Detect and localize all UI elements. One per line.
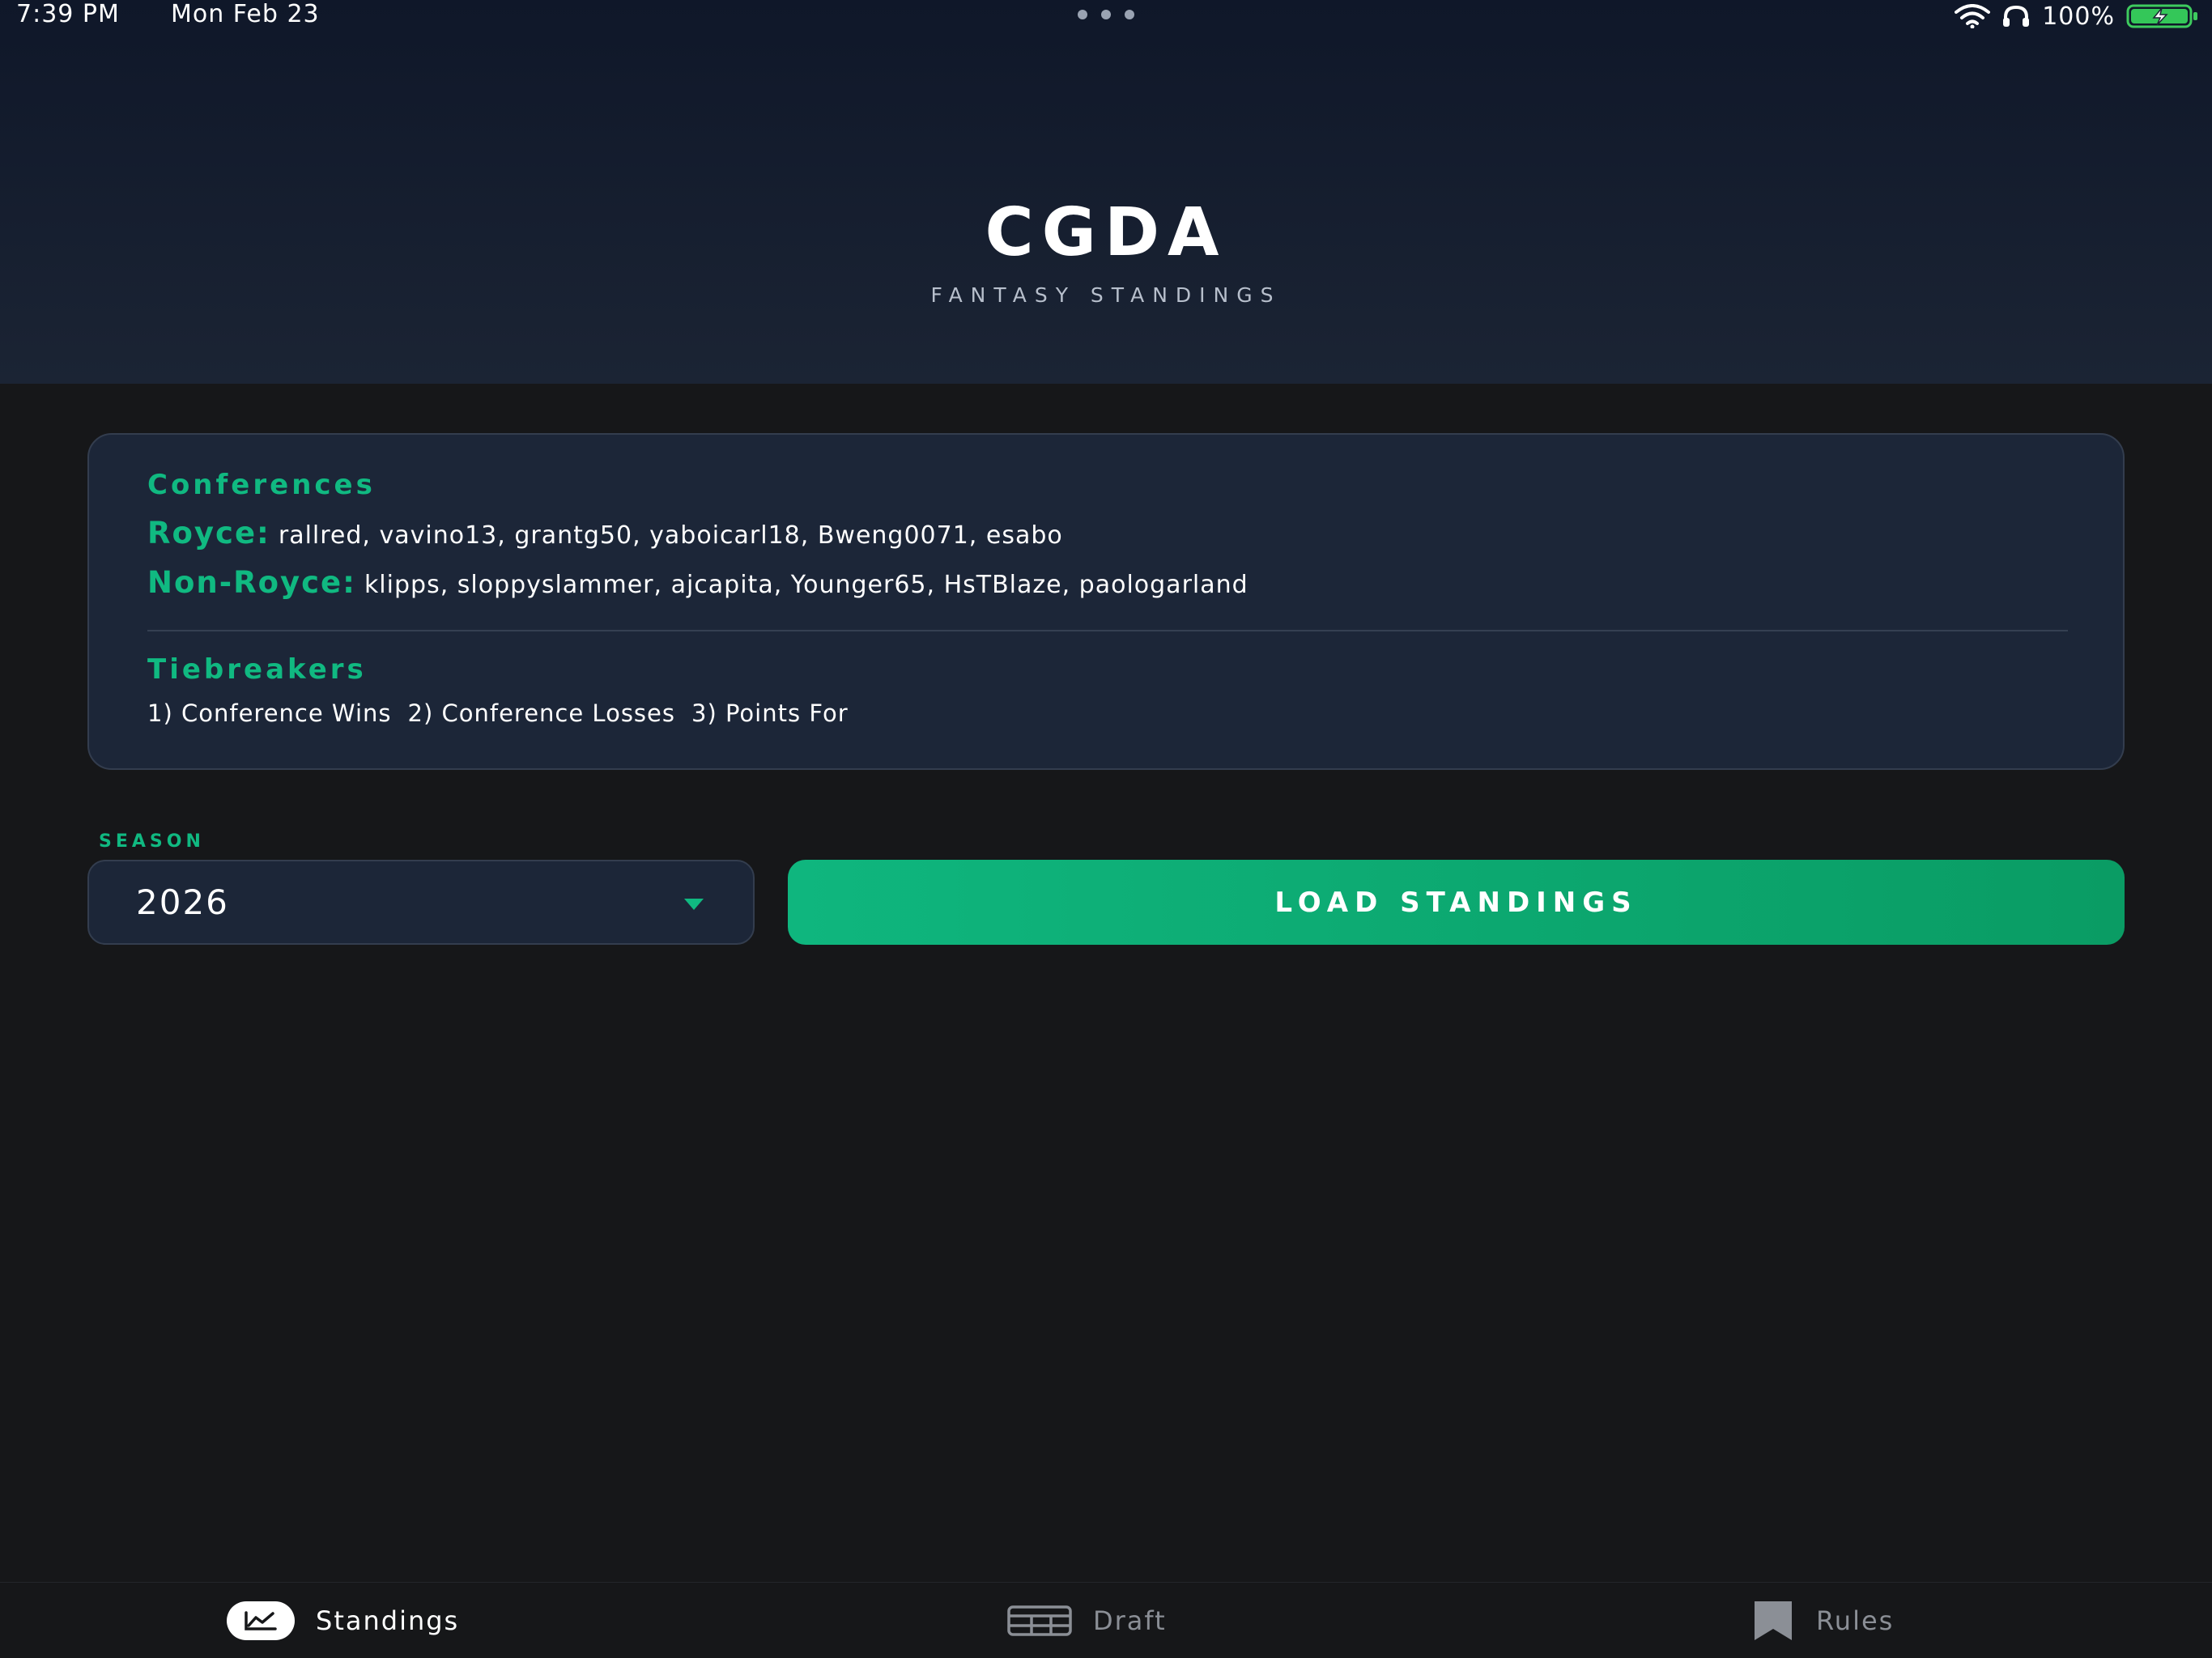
load-standings-button[interactable]: LOAD STANDINGS — [788, 860, 2125, 945]
status-date: Mon Feb 23 — [171, 0, 320, 28]
season-label: SEASON — [99, 831, 205, 852]
league-info-card: Conferences Royce: rallred, vavino13, gra… — [87, 433, 2125, 770]
tab-rules[interactable]: Rules — [1751, 1583, 1894, 1658]
conference-members: klipps, sloppyslammer, ajcapita, Younger… — [364, 571, 1249, 599]
tiebreaker-item: 2) Conference Losses — [407, 699, 675, 727]
status-bar: 7:39 PM Mon Feb 23 100% — [0, 0, 2212, 32]
chart-icon — [227, 1601, 295, 1640]
tab-draft[interactable]: Draft — [1007, 1583, 1167, 1658]
tab-bar: Standings Draft Rules — [0, 1582, 2212, 1658]
tab-label: Rules — [1816, 1605, 1895, 1636]
battery-charging-icon — [2126, 4, 2197, 28]
more-dots-icon[interactable] — [1077, 10, 1135, 19]
bookmark-icon — [1755, 1601, 1792, 1640]
season-select[interactable]: 2026 — [87, 860, 755, 945]
chevron-down-icon — [684, 899, 704, 910]
battery-percentage: 100% — [2042, 2, 2115, 31]
tiebreakers-heading: Tiebreakers — [147, 653, 367, 686]
conference-row-non-royce: Non-Royce: klipps, sloppyslammer, ajcapit… — [147, 565, 1249, 600]
app-subtitle: FANTASY STANDINGS — [930, 283, 1282, 307]
standings-screen: 7:39 PM Mon Feb 23 100% CGDA FANTASY STA… — [0, 0, 2212, 1658]
table-icon — [1007, 1605, 1072, 1636]
tab-label: Standings — [316, 1605, 460, 1636]
headphones-icon — [2003, 5, 2030, 27]
tiebreaker-item: 3) Points For — [691, 699, 849, 727]
wifi-icon — [1955, 4, 1991, 28]
conference-members: rallred, vavino13, grantg50, yaboicarl18… — [278, 521, 1063, 550]
app-header: 7:39 PM Mon Feb 23 100% CGDA FANTASY STA… — [0, 0, 2212, 384]
conference-label: Non-Royce: — [147, 565, 356, 600]
status-time: 7:39 PM — [16, 0, 120, 28]
tiebreakers-list: 1) Conference Wins 2) Conference Losses 3)… — [147, 699, 865, 727]
status-indicators: 100% — [1955, 0, 2199, 32]
tab-standings[interactable]: Standings — [227, 1583, 459, 1658]
app-title: CGDA — [985, 194, 1227, 271]
tab-label: Draft — [1093, 1605, 1167, 1636]
card-divider — [147, 630, 2068, 631]
season-selected-value: 2026 — [136, 882, 229, 922]
tiebreaker-item: 1) Conference Wins — [147, 699, 392, 727]
conference-label: Royce: — [147, 516, 270, 551]
conferences-heading: Conferences — [147, 469, 376, 501]
conference-row-royce: Royce: rallred, vavino13, grantg50, yaboi… — [147, 516, 1063, 551]
